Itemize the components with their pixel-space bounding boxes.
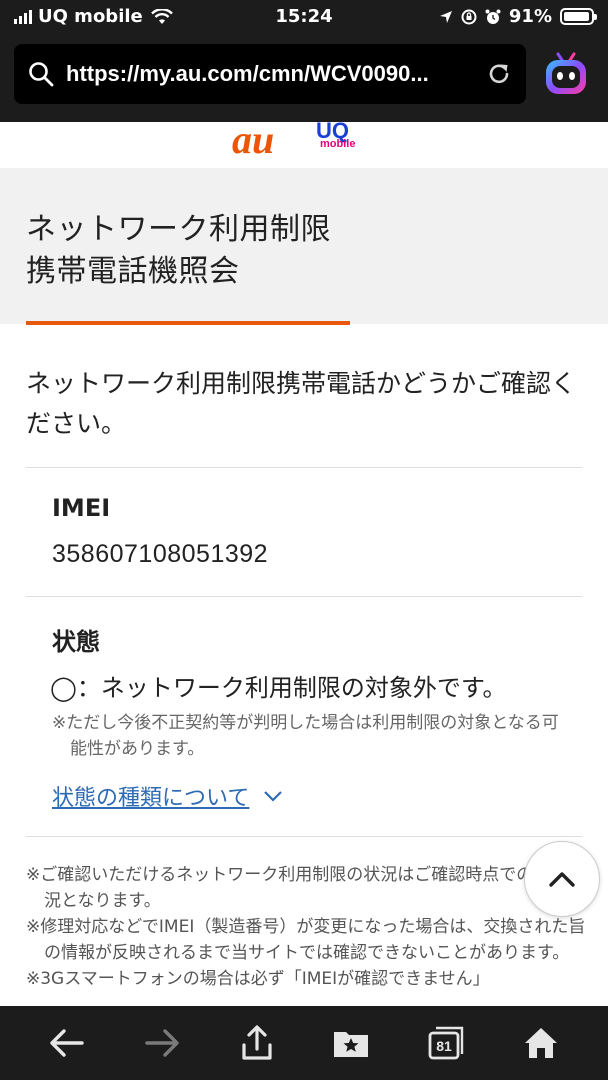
scroll-to-top-button[interactable] (524, 841, 600, 917)
home-icon (524, 1028, 557, 1058)
address-bar[interactable]: https://my.au.com/cmn/WCV0090... (14, 44, 526, 104)
status-value: ◯：ネットワーク利用制限の対象外です。 (50, 674, 507, 702)
home-button[interactable] (519, 1021, 563, 1065)
browser-chrome: UQ mobile 15:24 91% https://my.au.com/cm… (0, 0, 608, 122)
uq-logo-subtext: mobile (320, 138, 356, 150)
tabs-button[interactable]: 81 (424, 1021, 468, 1065)
browser-toolbar: 81 (0, 1006, 608, 1080)
reload-icon[interactable] (486, 61, 512, 87)
tabs-count: 81 (436, 1038, 452, 1054)
arrow-left-icon (50, 1029, 85, 1057)
location-icon (439, 10, 452, 23)
page-title-box: ネットワーク利用制限 携帯電話機照会 (0, 168, 608, 324)
imei-label: IMEI (52, 494, 111, 522)
share-button[interactable] (235, 1021, 279, 1065)
chevron-down-icon[interactable] (263, 790, 283, 802)
back-button[interactable] (45, 1021, 89, 1065)
page-title-line2: 携帯電話機照会 (26, 254, 240, 289)
status-label: 状態 (52, 628, 100, 656)
divider (26, 596, 582, 597)
status-types-link-label[interactable]: 状態の種類について (52, 780, 249, 812)
footnote-item: ※3Gスマートフォンの場合は必ず「IMEIが確認できません」 (26, 969, 490, 989)
alarm-icon (485, 9, 501, 24)
divider (26, 467, 582, 468)
imei-value: 358607108051392 (52, 540, 269, 568)
arrow-right-icon (145, 1029, 179, 1057)
share-icon (242, 1025, 272, 1060)
brand-logos: au UQ mobile (0, 117, 608, 168)
intro-text: ネットワーク利用制限携帯電話かどうかご確認ください。 (26, 369, 577, 438)
footnotes: ※ご確認いただけるネットワーク利用制限の状況はご確認時点での登録状況となります。… (26, 862, 586, 992)
battery-icon (560, 8, 597, 25)
title-accent-bar (26, 321, 350, 325)
rotation-lock-icon (461, 9, 477, 24)
status-types-link[interactable]: 状態の種類について (52, 780, 283, 812)
tabs-icon: 81 (428, 1026, 464, 1060)
assistant-bot-icon[interactable] (540, 48, 592, 100)
bookmark-folder-icon (334, 1032, 369, 1057)
footnote-item: ※修理対応などでIMEI（製造番号）が変更になった場合は、交換された旨の情報が反… (26, 917, 586, 963)
battery-percent: 91% (508, 6, 552, 27)
status-right: 91% (439, 6, 597, 27)
divider (26, 836, 582, 837)
forward-button[interactable] (140, 1021, 184, 1065)
au-logo: au (232, 117, 275, 162)
page-title-line1: ネットワーク利用制限 (26, 212, 331, 247)
search-icon (29, 62, 54, 87)
url-text[interactable]: https://my.au.com/cmn/WCV0090... (66, 61, 486, 87)
chevron-up-icon (549, 872, 575, 887)
bookmarks-button[interactable] (329, 1021, 373, 1065)
status-bar: UQ mobile 15:24 91% (0, 0, 608, 36)
status-note: ※ただし今後不正契約等が判明した場合は利用制限の対象となる可能性があります。 (52, 713, 559, 759)
footnote-item: ※ご確認いただけるネットワーク利用制限の状況はご確認時点での登録状況となります。 (26, 865, 585, 911)
